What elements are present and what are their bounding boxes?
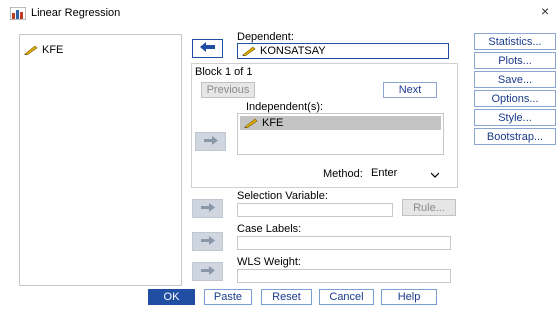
ruler-pencil-icon	[244, 118, 258, 129]
options-button[interactable]: Options...	[474, 90, 556, 107]
arrow-right-icon	[200, 235, 215, 248]
title-bar: Linear Regression ×	[0, 0, 557, 26]
rule-button[interactable]: Rule...	[402, 199, 456, 216]
dependent-value: KONSATSAY	[260, 45, 326, 57]
style-button[interactable]: Style...	[474, 109, 556, 126]
window-title: Linear Regression	[31, 7, 121, 19]
list-item-label: KFE	[262, 117, 284, 129]
cancel-button[interactable]: Cancel	[319, 289, 374, 305]
arrow-right-icon	[203, 135, 218, 148]
move-to-independents-button[interactable]	[195, 132, 226, 151]
dependent-field[interactable]: KONSATSAY	[237, 43, 449, 59]
paste-button[interactable]: Paste	[204, 289, 252, 305]
move-to-case-labels-button[interactable]	[192, 232, 223, 251]
method-label: Method:	[323, 168, 363, 180]
method-value: Enter	[371, 167, 398, 179]
move-to-dependent-button[interactable]	[192, 39, 223, 58]
regression-app-icon	[9, 6, 27, 21]
list-item-label: KFE	[42, 44, 64, 56]
move-to-selection-variable-button[interactable]	[192, 199, 223, 218]
previous-button[interactable]: Previous	[201, 82, 255, 98]
close-icon[interactable]: ×	[541, 3, 549, 19]
selection-variable-field[interactable]	[237, 203, 393, 217]
list-item[interactable]: KFE	[24, 43, 174, 57]
plots-button[interactable]: Plots...	[474, 52, 556, 69]
independents-label: Independent(s):	[246, 101, 324, 113]
ok-button[interactable]: OK	[148, 289, 195, 305]
block-label: Block 1 of 1	[195, 66, 253, 78]
list-item[interactable]: KFE	[240, 116, 441, 130]
ruler-pencil-icon	[24, 45, 38, 56]
chevron-down-icon	[430, 169, 440, 181]
ruler-pencil-icon	[242, 46, 256, 57]
selection-variable-label: Selection Variable:	[237, 190, 328, 202]
help-button[interactable]: Help	[381, 289, 437, 305]
case-labels-label: Case Labels:	[237, 223, 302, 235]
source-variable-list[interactable]: KFE	[19, 34, 182, 286]
method-select[interactable]: Enter	[368, 164, 445, 182]
bootstrap-button[interactable]: Bootstrap...	[474, 128, 556, 145]
reset-button[interactable]: Reset	[261, 289, 312, 305]
wls-weight-field[interactable]	[237, 269, 451, 283]
move-to-wls-weight-button[interactable]	[192, 262, 223, 281]
block-group: Block 1 of 1 Previous Next Independent(s…	[191, 63, 458, 188]
arrow-right-icon	[200, 202, 215, 215]
next-button[interactable]: Next	[383, 82, 437, 98]
dependent-label: Dependent:	[237, 31, 294, 43]
independents-list[interactable]: KFE	[237, 113, 444, 155]
save-button[interactable]: Save...	[474, 71, 556, 88]
case-labels-field[interactable]	[237, 236, 451, 250]
arrow-right-icon	[200, 265, 215, 278]
wls-weight-label: WLS Weight:	[237, 256, 301, 268]
statistics-button[interactable]: Statistics...	[474, 33, 556, 50]
arrow-left-icon	[199, 42, 216, 55]
